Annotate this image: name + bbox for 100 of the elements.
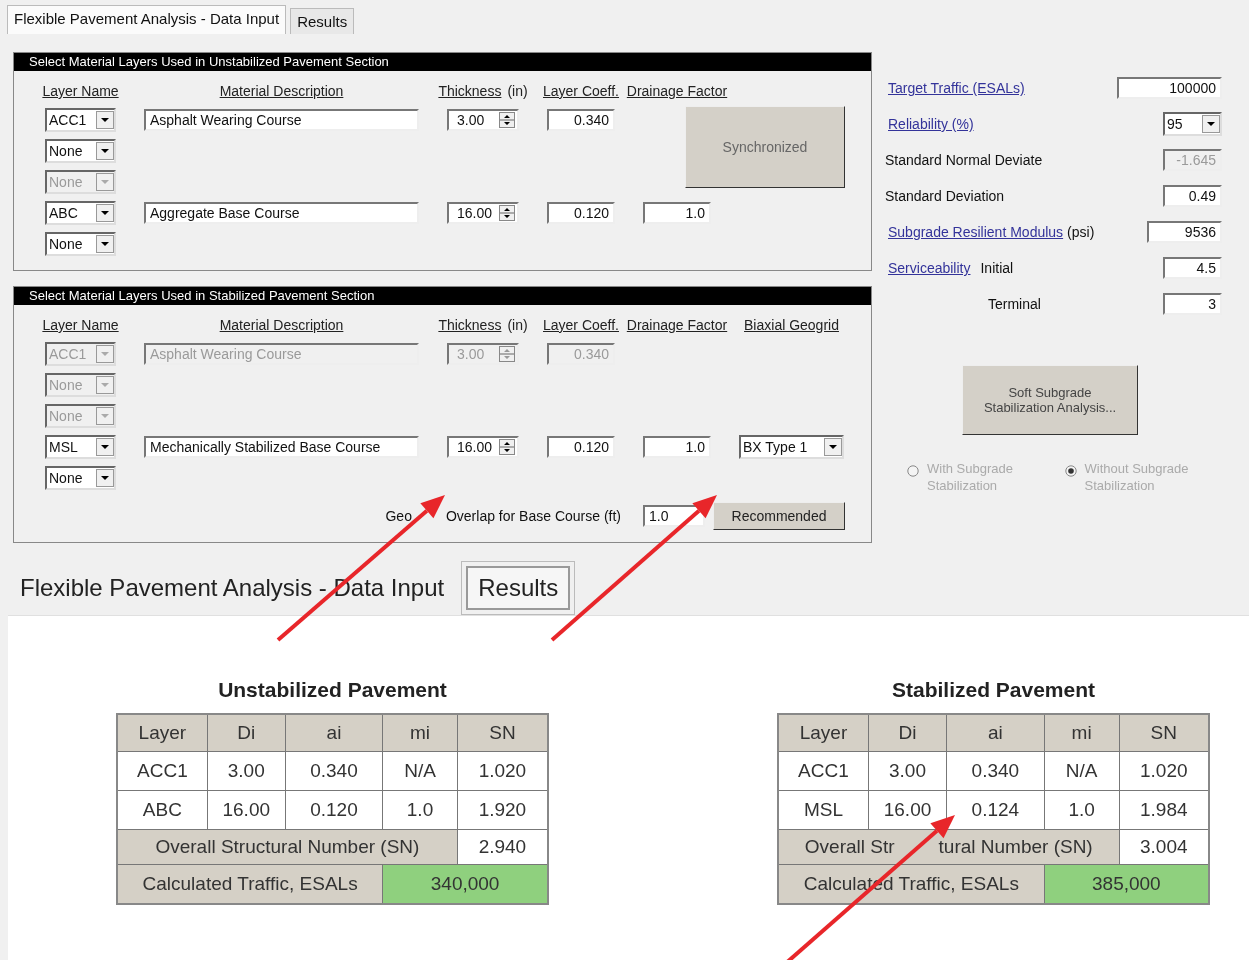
parameter-link[interactable]: Subgrade Resilient Modulus <box>888 224 1064 240</box>
column-header: Di <box>868 714 947 752</box>
column-header: mi <box>1044 714 1119 752</box>
parameter-label: Standard Deviation <box>885 188 1005 204</box>
column-header: Layer <box>778 714 869 752</box>
spin-icon[interactable] <box>499 112 515 128</box>
column-header: SN <box>457 714 548 752</box>
table-cell: 1.920 <box>457 790 548 830</box>
parameter-label: Standard Normal Deviate <box>885 152 1043 168</box>
caret-icon <box>96 376 114 394</box>
thickness-spinner[interactable]: 3.00 <box>447 109 519 131</box>
unit-label: (psi) <box>1067 224 1095 240</box>
drainage-field[interactable]: 1.0 <box>643 202 711 224</box>
description-field[interactable]: Asphalt Wearing Course <box>144 109 419 131</box>
analysis-button[interactable]: Soft Subgrade Stabilization Analysis... <box>962 365 1138 435</box>
table-cell: 0.124 <box>946 790 1045 830</box>
table-cell: 3.004 <box>1119 829 1209 865</box>
coefficient-field[interactable]: 0.120 <box>547 202 615 224</box>
layer-dropdown[interactable]: None <box>45 466 116 490</box>
layer-dropdown[interactable]: ABC <box>45 201 116 225</box>
parameter-field[interactable]: 4.5 <box>1163 257 1222 279</box>
parameter-link[interactable]: Target Traffic (ESALs) <box>888 80 1025 96</box>
parameter-link[interactable]: Serviceability <box>888 260 971 276</box>
caret-icon <box>96 204 114 222</box>
thickness-spinner[interactable]: 16.00 <box>447 202 519 224</box>
column-header: Di <box>207 714 286 752</box>
layer-dropdown[interactable]: None <box>45 232 116 256</box>
row-label: Overall Str <box>804 836 895 858</box>
coefficient-field[interactable]: 0.340 <box>547 109 615 131</box>
caret-icon <box>96 469 114 487</box>
recommended-button[interactable]: Recommended <box>713 502 845 530</box>
description-field[interactable]: Aggregate Base Course <box>144 202 419 224</box>
table-cell: 0.340 <box>946 751 1045 791</box>
section-header: Select Material Layers Used in Stabilized Pavement Section <box>14 287 871 305</box>
layer-dropdown[interactable]: None <box>45 139 116 163</box>
table-cell: ACC1 <box>778 751 869 791</box>
table-cell: 1.984 <box>1119 790 1209 830</box>
layer-dropdown[interactable]: MSL <box>45 435 116 459</box>
column-header: Layer Name <box>42 83 119 99</box>
thickness-spinner[interactable]: 16.00 <box>447 436 519 458</box>
column-header: ai <box>946 714 1045 752</box>
table-cell: ACC1 <box>117 751 208 791</box>
table-title: Stabilized Pavement <box>890 677 1097 703</box>
parameter-field[interactable]: 100000 <box>1117 77 1222 99</box>
table-cell: 0.340 <box>285 751 383 791</box>
parameter-label: Terminal <box>988 296 1041 312</box>
column-header: Material Description <box>219 83 344 99</box>
table-cell: 16.00 <box>207 790 286 830</box>
column-header: mi <box>382 714 458 752</box>
caret-icon <box>96 142 114 160</box>
column-header: Thickness <box>438 83 502 99</box>
column-header: Drainage Factor <box>626 317 728 333</box>
table-cell: 385,000 <box>1044 864 1209 904</box>
description-field[interactable]: Mechanically Stabilized Base Course <box>144 436 419 458</box>
table-cell: ABC <box>117 790 208 830</box>
row-label: Overall Structural Number (SN) <box>155 836 420 858</box>
column-header: SN <box>1119 714 1209 752</box>
table-cell: 3.00 <box>207 751 286 791</box>
table-cell: 1.0 <box>382 790 458 830</box>
column-header: Material Description <box>219 317 344 333</box>
table-cell: 3.00 <box>868 751 947 791</box>
table-cell: 2.940 <box>457 829 548 865</box>
drainage-field[interactable]: 1.0 <box>643 436 711 458</box>
coefficient-field[interactable]: 0.120 <box>547 436 615 458</box>
parameter-link[interactable]: Reliability (%) <box>888 116 974 132</box>
table-cell: 0.120 <box>285 790 383 830</box>
row-label: Calculated Traffic, ESALs <box>117 864 383 904</box>
column-header: Layer Coeff. <box>543 317 619 333</box>
synchronized-button[interactable]: Synchronized <box>685 106 845 188</box>
parameter-field[interactable]: 9536 <box>1147 221 1222 243</box>
parameter-field[interactable]: 0.49 <box>1163 185 1222 207</box>
tab[interactable]: Flexible Pavement Analysis - Data Input <box>7 5 287 34</box>
tab[interactable]: Results <box>290 8 355 34</box>
unit-label: (in) <box>507 317 528 333</box>
parameter-field[interactable]: 3 <box>1163 293 1222 315</box>
table-cell: 1.020 <box>457 751 548 791</box>
section-header: Select Material Layers Used in Unstabilized Pavement Section <box>14 53 871 71</box>
overlap-label: Geo <box>385 508 412 524</box>
caret-icon <box>96 235 114 253</box>
spin-icon[interactable] <box>499 205 515 221</box>
geogrid-dropdown[interactable]: BX Type 1 <box>739 435 844 459</box>
row-label: tural Number (SN) <box>938 836 1093 858</box>
column-header: Biaxial Geogrid <box>744 317 839 333</box>
table-cell: MSL <box>778 790 869 830</box>
table-title: Unstabilized Pavement <box>217 677 448 703</box>
layer-dropdown[interactable]: ACC1 <box>45 108 116 132</box>
overlap-label: Overlap for Base Course (ft) <box>445 508 621 524</box>
unit-label: (in) <box>507 83 528 99</box>
column-header: Thickness <box>438 317 502 333</box>
column-header: Layer Name <box>42 317 119 333</box>
column-header: Layer <box>117 714 208 752</box>
spin-icon[interactable] <box>499 439 515 455</box>
column-header: ai <box>285 714 383 752</box>
table-cell: N/A <box>1044 751 1119 791</box>
table-cell: 340,000 <box>382 864 548 904</box>
column-header: Drainage Factor <box>626 83 728 99</box>
caret-icon <box>96 407 114 425</box>
caret-icon <box>96 111 114 129</box>
reliability-dropdown[interactable]: 95 <box>1163 112 1222 136</box>
caret-icon <box>1202 115 1220 133</box>
